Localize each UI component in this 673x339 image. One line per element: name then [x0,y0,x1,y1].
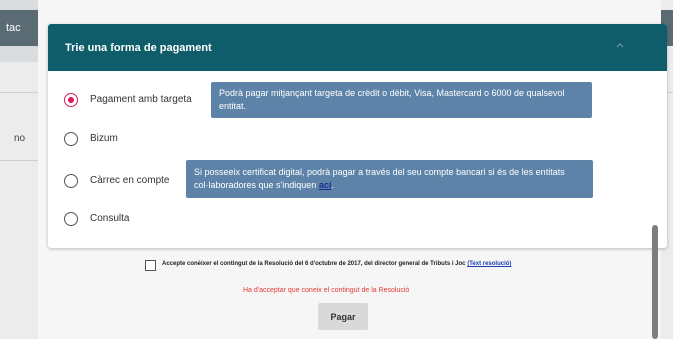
accept-label: Accepte conèixer el contingut de la Reso… [162,261,511,267]
accept-resolution: Accepte conèixer el contingut de la Reso… [145,260,605,274]
accept-checkbox[interactable] [145,260,156,271]
option-card-payment[interactable]: Pagament amb targeta [64,91,224,111]
tooltip-text-end: . [331,180,334,190]
tooltip-account-charge: Si posseeix certificat digital, podrà pa… [186,160,593,198]
card-header[interactable]: Trie una forma de pagament [48,24,667,71]
payment-method-card: Trie una forma de pagament Pagament amb … [48,24,667,248]
background-left-text: no [14,133,26,144]
option-bizum[interactable]: Bizum [64,130,224,150]
error-message: Ha d'acceptar que coneix el contingut de… [243,287,410,294]
tooltip-text: Si posseeix certificat digital, podrà pa… [194,167,565,190]
tooltip-link-here[interactable]: ací [319,180,332,190]
tooltip-card-payment: Podrà pagar mitjançant targeta de crèdit… [211,82,592,118]
radio-bizum[interactable] [64,132,78,146]
option-inquiry[interactable]: Consulta [64,210,224,230]
radio-account-charge[interactable] [64,174,78,188]
chevron-up-icon[interactable] [614,39,626,51]
option-label: Consulta [90,213,130,224]
tooltip-text: Podrà pagar mitjançant targeta de crèdit… [219,88,565,111]
background-left-header: tac [0,10,38,46]
accept-text: Accepte conèixer el contingut de la Reso… [162,261,466,267]
pay-button[interactable]: Pagar [318,303,368,330]
radio-inquiry[interactable] [64,212,78,226]
background-divider [0,92,38,93]
option-label: Càrrec en compte [90,175,170,186]
radio-card-payment[interactable] [64,93,78,107]
scrollbar-thumb[interactable] [652,225,658,339]
option-label: Bizum [90,133,118,144]
option-label: Pagament amb targeta [90,94,192,105]
card-title: Trie una forma de pagament [65,42,212,54]
resolution-link[interactable]: (Text resolució) [467,261,511,267]
background-divider [0,160,38,161]
background-left-panel: tac [0,0,38,62]
